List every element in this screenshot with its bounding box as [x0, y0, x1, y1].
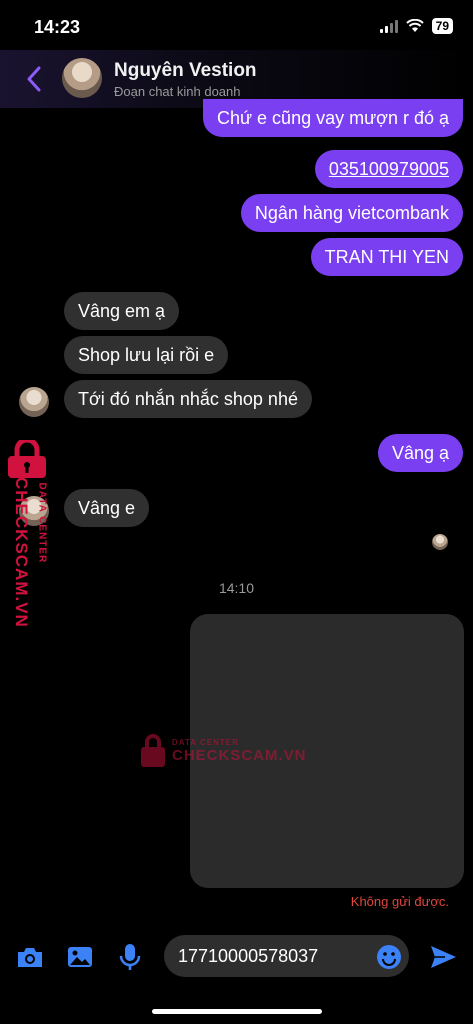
message-input[interactable] [164, 935, 409, 977]
seen-indicator-avatar [432, 534, 448, 550]
home-indicator[interactable] [152, 1009, 322, 1014]
mic-icon [119, 944, 141, 970]
send-icon [431, 946, 456, 968]
watermark-brand: CHECKSCAM.VN [12, 477, 31, 628]
status-bar: 14:23 79 [0, 0, 473, 50]
wifi-icon [405, 19, 424, 32]
status-icons: 79 [379, 18, 453, 34]
lock-logo-icon [8, 440, 46, 478]
message-incoming[interactable]: Vâng em ạ [64, 292, 180, 330]
back-icon [27, 66, 41, 92]
message-outgoing[interactable]: TRAN THI YEN [310, 238, 463, 276]
watermark-center: DATA CENTER CHECKSCAM.VN [140, 734, 307, 768]
watermark-center-text: DATA CENTER CHECKSCAM.VN [172, 738, 307, 764]
time-separator: 14:10 [218, 580, 255, 596]
watermark-vertical: CHECKSCAM.VN DATA CENTER [4, 440, 50, 640]
message-outgoing-account-number[interactable]: 035100979005 [314, 150, 463, 188]
watermark-center-brand: CHECKSCAM.VN [172, 747, 307, 764]
message-incoming[interactable]: Shop lưu lại rồi e [64, 336, 229, 374]
status-time: 14:23 [34, 17, 81, 37]
send-failed-text[interactable]: Không gửi được. [351, 894, 449, 909]
sender-avatar[interactable] [19, 387, 49, 417]
message-incoming[interactable]: Tới đó nhắn nhắc shop nhé [64, 380, 312, 418]
back-button[interactable] [20, 64, 48, 94]
contact-name[interactable]: Nguyên Vestion [114, 60, 257, 82]
message-outgoing[interactable]: Vâng ạ [377, 434, 463, 472]
contact-subtitle: Đoạn chat kinh doanh [114, 84, 241, 99]
signal-icon [379, 19, 398, 33]
emoji-button[interactable] [374, 942, 404, 972]
message-outgoing[interactable]: Chứ e cũng vay mượn r đó ạ [202, 99, 463, 137]
voice-button[interactable] [115, 942, 145, 972]
battery-indicator: 79 [431, 18, 453, 34]
watermark-center-tag: DATA CENTER [172, 738, 239, 747]
image-icon [68, 947, 92, 967]
camera-button[interactable] [15, 942, 45, 972]
emoji-icon [377, 945, 401, 969]
lock-logo-icon [141, 734, 165, 767]
send-button[interactable] [428, 942, 458, 972]
message-outgoing[interactable]: Ngân hàng vietcombank [240, 194, 463, 232]
gallery-button[interactable] [65, 942, 95, 972]
camera-icon [18, 948, 42, 967]
watermark-tag: DATA CENTER [36, 482, 48, 564]
message-incoming[interactable]: Vâng e [64, 489, 150, 527]
composer-bar [0, 932, 473, 982]
contact-avatar[interactable] [62, 58, 102, 98]
